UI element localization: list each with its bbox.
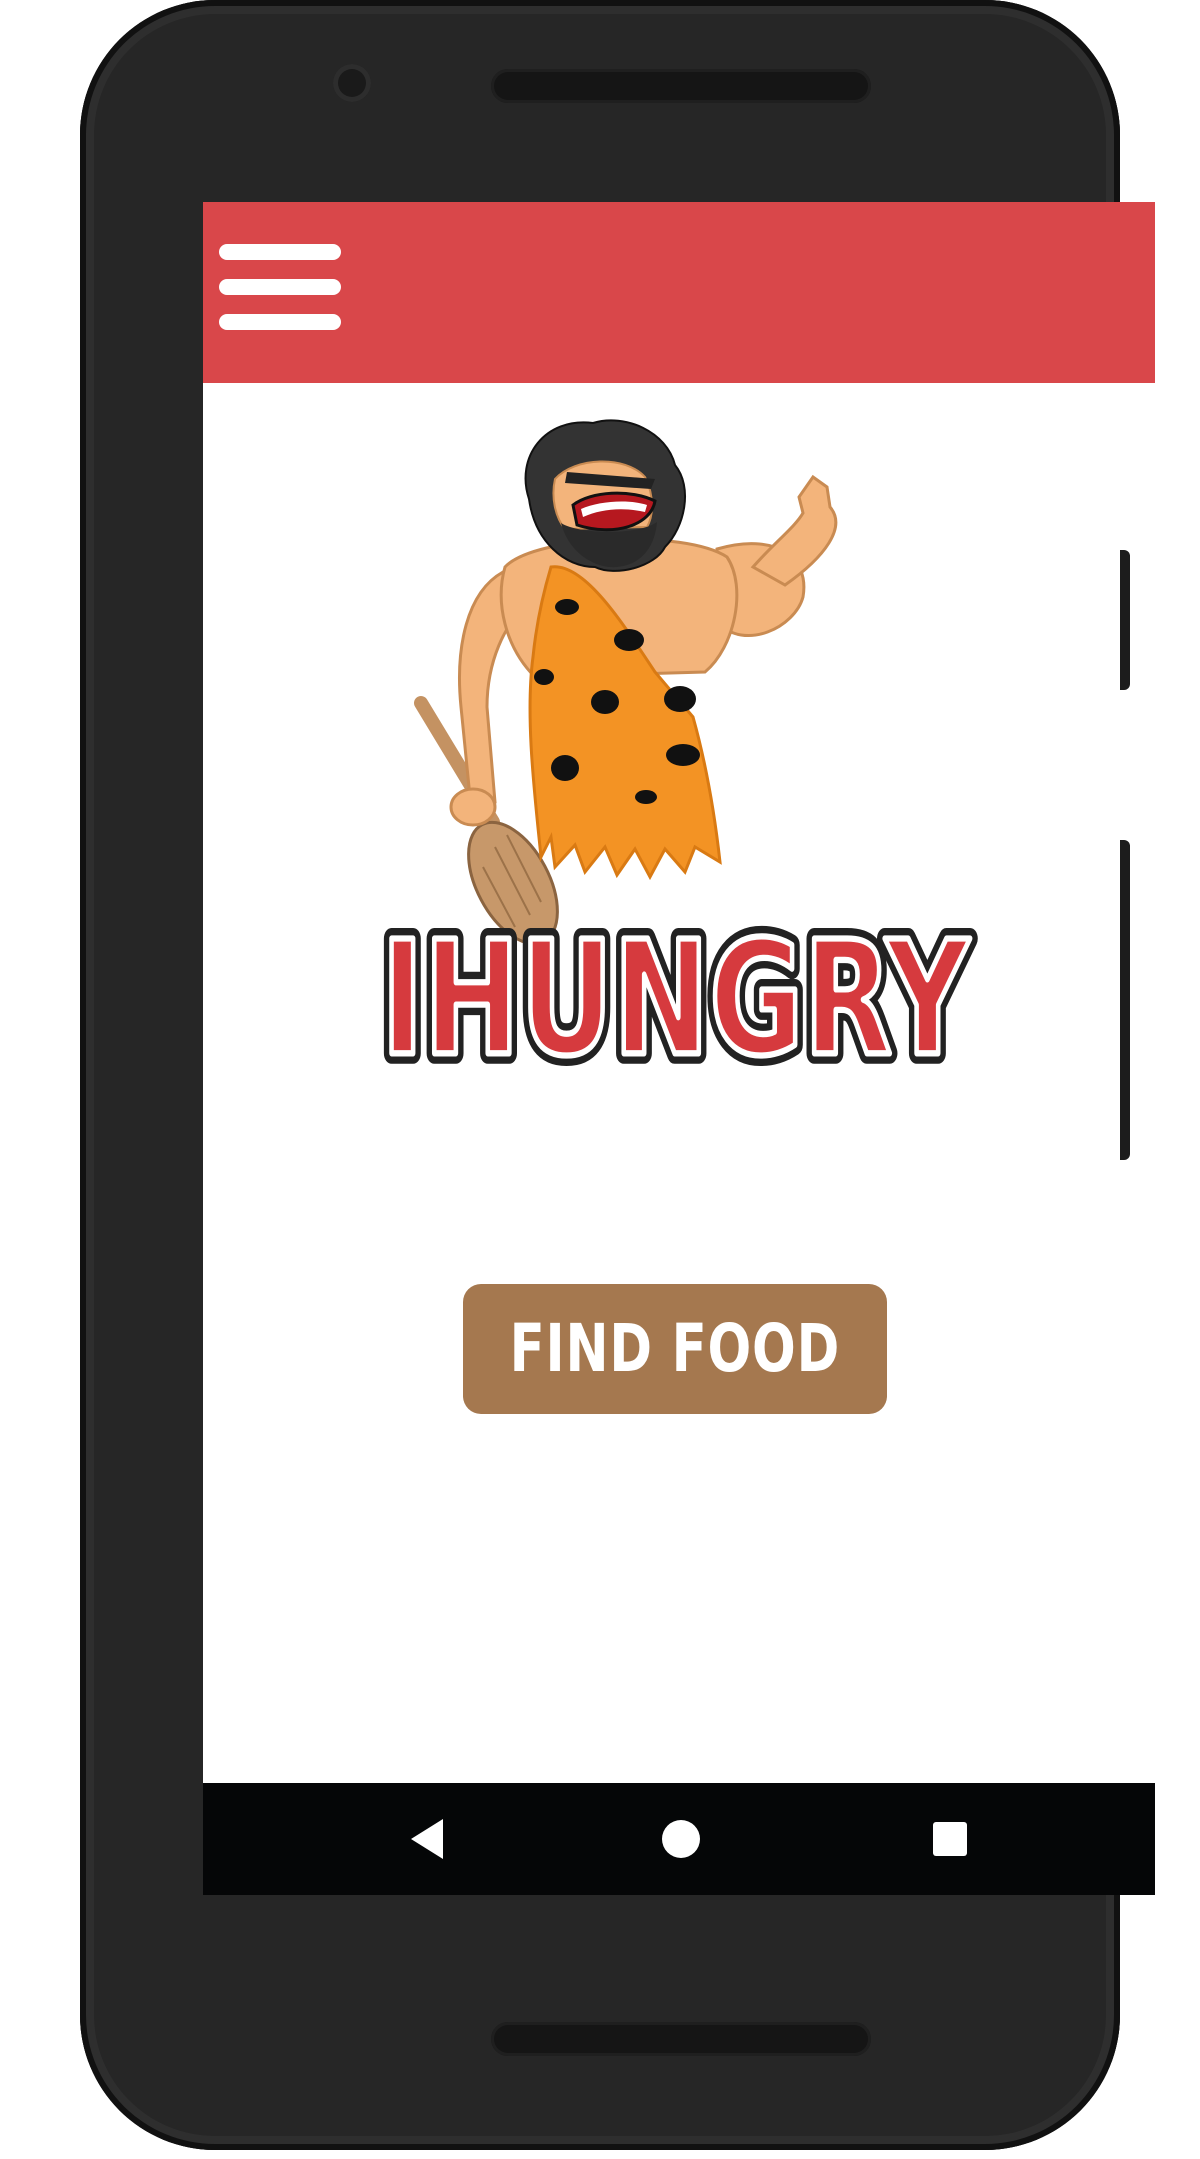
svg-text:IHUNGRY: IHUNGRY xyxy=(381,908,970,1077)
front-camera xyxy=(333,64,371,102)
find-food-label: FIND FOOD xyxy=(509,1310,841,1387)
back-triangle-icon[interactable] xyxy=(397,1807,461,1871)
volume-rocker xyxy=(1120,840,1130,1160)
ihungry-wordmark: IHUNGRY IHUNGRY xyxy=(371,897,981,1077)
caveman-logo: IHUNGRY IHUNGRY xyxy=(371,419,981,1077)
earpiece-speaker xyxy=(491,69,871,103)
system-nav-bar xyxy=(203,1783,1155,1895)
app-bar xyxy=(203,202,1155,383)
home-circle-icon[interactable] xyxy=(649,1807,713,1871)
menu-button[interactable] xyxy=(219,240,341,334)
phone-frame: IHUNGRY IHUNGRY FIND FOOD xyxy=(80,0,1155,2150)
recents-square-icon[interactable] xyxy=(918,1807,982,1871)
device-mockup: IHUNGRY IHUNGRY FIND FOOD xyxy=(0,0,1200,2159)
hamburger-menu-icon xyxy=(219,244,341,260)
bottom-speaker xyxy=(491,2022,871,2056)
menu-bar-bottom xyxy=(219,314,341,330)
find-food-button[interactable]: FIND FOOD xyxy=(463,1284,887,1414)
menu-bar-middle xyxy=(219,279,341,295)
app-screen: IHUNGRY IHUNGRY FIND FOOD xyxy=(203,202,1155,1895)
power-button xyxy=(1120,550,1130,690)
